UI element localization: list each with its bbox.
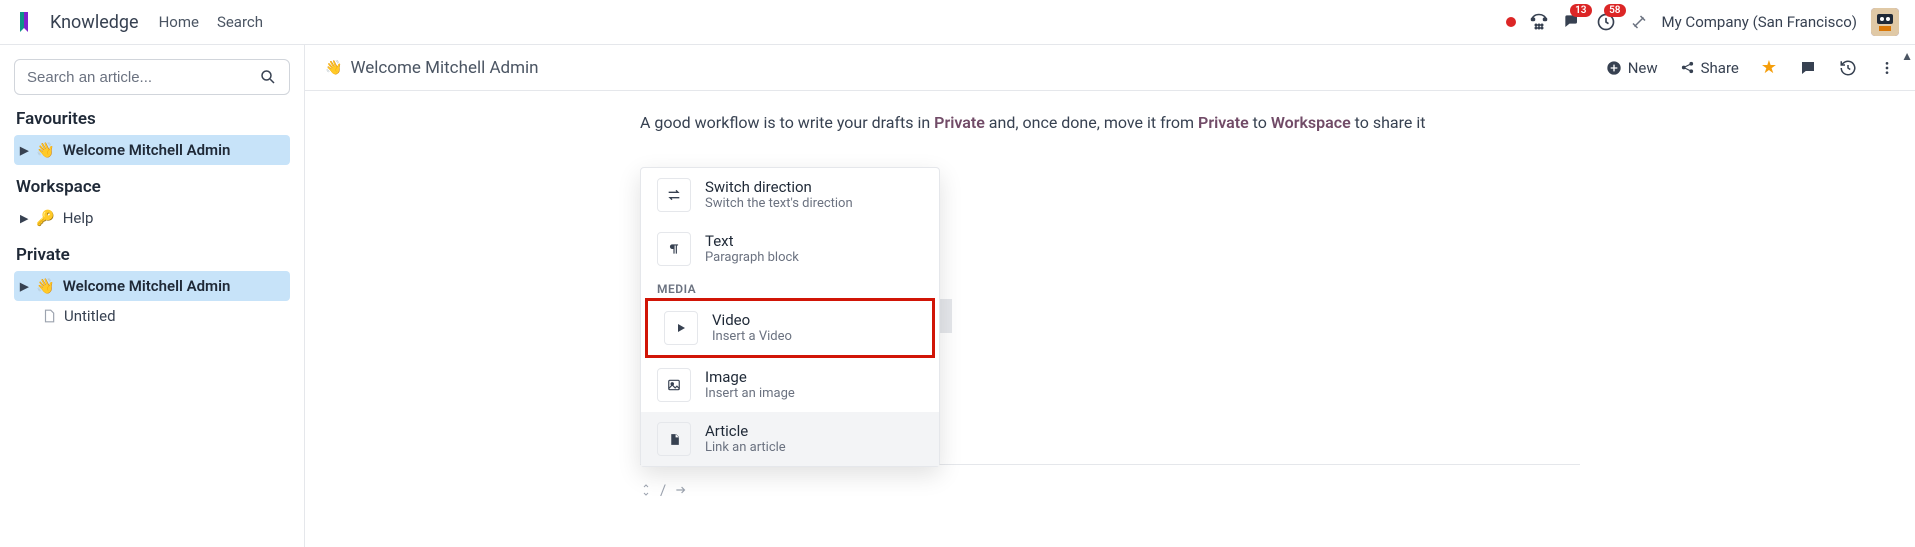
slash-char: / (660, 481, 666, 499)
popover-item-sub: Switch the text's direction (705, 196, 853, 211)
popover-item-video[interactable]: Video Insert a Video (648, 301, 932, 355)
messages-icon[interactable]: 13 (1562, 12, 1582, 32)
paragraph-icon (657, 232, 691, 266)
share-label: Share (1701, 59, 1739, 77)
plus-circle-icon (1606, 60, 1622, 76)
video-highlight-box: Video Insert a Video (645, 298, 935, 358)
search-input[interactable] (27, 69, 259, 86)
new-label: New (1628, 59, 1658, 77)
popover-item-text[interactable]: Text Paragraph block (641, 222, 939, 276)
share-icon (1680, 60, 1695, 75)
popover-item-title: Image (705, 368, 795, 386)
section-workspace: Workspace (16, 177, 290, 197)
popover-item-title: Video (712, 311, 792, 329)
file-icon (42, 309, 56, 323)
sidebar-item-label: Untitled (64, 307, 116, 325)
wave-icon: 👋 (36, 277, 55, 295)
chat-icon[interactable] (1799, 59, 1817, 77)
arrow-right-icon (674, 483, 688, 497)
caret-icon[interactable]: ▶ (20, 280, 30, 293)
article-title[interactable]: Welcome Mitchell Admin (350, 58, 538, 78)
kebab-menu-icon[interactable] (1879, 60, 1895, 76)
switch-direction-icon (657, 178, 691, 212)
search-article-box[interactable] (14, 59, 290, 95)
app-name[interactable]: Knowledge (50, 12, 139, 33)
ghost-block (940, 299, 952, 333)
section-private: Private (16, 245, 290, 265)
caret-icon[interactable]: ▶ (20, 212, 30, 225)
tools-icon[interactable] (1630, 13, 1648, 31)
popover-item-image[interactable]: Image Insert an image (641, 358, 939, 412)
private-link[interactable]: Private (934, 113, 985, 132)
app-logo-icon (16, 10, 40, 34)
slash-row[interactable]: / (640, 481, 1580, 499)
image-icon (657, 368, 691, 402)
popover-item-title: Switch direction (705, 178, 853, 196)
popover-item-sub: Paragraph block (705, 250, 799, 265)
popover-item-article[interactable]: Article Link an article (641, 412, 939, 466)
history-icon[interactable] (1839, 59, 1857, 77)
search-icon[interactable] (259, 68, 277, 86)
sidebar-item-label: Welcome Mitchell Admin (63, 277, 231, 295)
section-favourites: Favourites (16, 109, 290, 129)
sidebar-item-label: Help (63, 209, 94, 227)
popover-item-sub: Link an article (705, 440, 786, 455)
drag-handle-icon[interactable] (640, 484, 652, 496)
caret-icon[interactable]: ▶ (20, 144, 30, 157)
content-area: ▲ 👋 Welcome Mitchell Admin New Share ★ (305, 45, 1915, 547)
dialpad-icon[interactable] (1530, 13, 1548, 31)
scroll-up-icon[interactable]: ▲ (1901, 49, 1913, 63)
sidebar-item-private-untitled[interactable]: Untitled (14, 301, 290, 331)
popover-item-title: Article (705, 422, 786, 440)
popover-item-switch-direction[interactable]: Switch direction Switch the text's direc… (641, 168, 939, 222)
play-icon (664, 311, 698, 345)
share-button[interactable]: Share (1680, 59, 1739, 77)
user-avatar[interactable] (1871, 8, 1899, 36)
new-button[interactable]: New (1606, 59, 1658, 77)
popover-item-sub: Insert a Video (712, 329, 792, 344)
private-link-2[interactable]: Private (1198, 113, 1249, 132)
nav-search[interactable]: Search (217, 13, 263, 31)
sidebar-item-favourite-welcome[interactable]: ▶ 👋 Welcome Mitchell Admin (14, 135, 290, 165)
nav-home[interactable]: Home (159, 13, 199, 31)
sidebar-item-workspace-help[interactable]: ▶ 🔑 Help (14, 203, 290, 233)
article-emoji-icon[interactable]: 👋 (325, 60, 342, 76)
activities-badge: 58 (1604, 4, 1625, 17)
wave-icon: 👋 (36, 141, 55, 159)
sidebar-item-label: Welcome Mitchell Admin (63, 141, 231, 159)
recording-indicator-icon (1506, 17, 1516, 27)
article-header: 👋 Welcome Mitchell Admin New Share ★ (305, 45, 1915, 91)
workflow-paragraph: A good workflow is to write your drafts … (640, 111, 1580, 135)
key-icon: 🔑 (36, 209, 55, 227)
file-icon (657, 422, 691, 456)
sidebar-item-private-welcome[interactable]: ▶ 👋 Welcome Mitchell Admin (14, 271, 290, 301)
messages-badge: 13 (1570, 4, 1591, 17)
favourite-star-icon[interactable]: ★ (1761, 57, 1777, 78)
popover-section-media: MEDIA (641, 276, 939, 298)
topbar: Knowledge Home Search 13 58 My Company (… (0, 0, 1915, 45)
article-body[interactable]: A good workflow is to write your drafts … (305, 91, 1915, 547)
sidebar: Favourites ▶ 👋 Welcome Mitchell Admin Wo… (0, 45, 305, 547)
slash-command-popover: Switch direction Switch the text's direc… (640, 167, 940, 467)
activities-icon[interactable]: 58 (1596, 12, 1616, 32)
popover-item-title: Text (705, 232, 799, 250)
popover-item-sub: Insert an image (705, 386, 795, 401)
workspace-link[interactable]: Workspace (1271, 113, 1351, 132)
company-selector[interactable]: My Company (San Francisco) (1662, 13, 1857, 31)
topbar-right: 13 58 My Company (San Francisco) (1506, 8, 1899, 36)
